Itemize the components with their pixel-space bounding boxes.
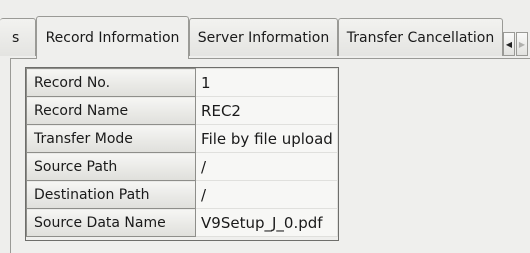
tab-partial[interactable]: s bbox=[0, 18, 36, 56]
property-value: REC2 bbox=[195, 96, 338, 125]
tab-server-information-label: Server Information bbox=[197, 29, 330, 46]
property-row: Transfer Mode File by file upload bbox=[25, 124, 338, 153]
property-row: Destination Path / bbox=[25, 180, 338, 209]
triangle-right-icon: ▶ bbox=[518, 39, 526, 49]
property-value: 1 bbox=[195, 68, 338, 97]
property-label: Record Name bbox=[25, 96, 197, 125]
tab-server-information[interactable]: Server Information bbox=[189, 18, 338, 56]
tab-partial-label: s bbox=[12, 29, 20, 46]
tab-scroll-right-button[interactable]: ▶ bbox=[516, 32, 528, 56]
property-table: Record No. 1 Record Name REC2 Transfer Mode F… bbox=[25, 68, 338, 237]
tab-transfer-cancellation[interactable]: Transfer Cancellation bbox=[338, 18, 503, 56]
tab-scroll-left-button[interactable]: ◀ bbox=[503, 32, 515, 56]
property-label: Transfer Mode bbox=[25, 124, 197, 153]
property-label: Source Path bbox=[25, 152, 197, 181]
tab-panel-record-information: Record No. 1 Record Name REC2 Transfer Mode F… bbox=[10, 58, 530, 253]
property-value: V9Setup_J_0.pdf bbox=[195, 208, 338, 237]
tab-record-information-label: Record Information bbox=[45, 30, 180, 46]
tab-scroll-buttons: ◀ ▶ bbox=[503, 32, 530, 58]
property-label: Record No. bbox=[25, 68, 197, 97]
property-row: Record No. 1 bbox=[25, 68, 338, 97]
tab-bar: s Record Information Server Information … bbox=[0, 16, 530, 59]
property-value: / bbox=[195, 152, 338, 181]
property-row: Record Name REC2 bbox=[25, 96, 338, 125]
property-value: / bbox=[195, 180, 338, 209]
triangle-left-icon: ◀ bbox=[505, 39, 513, 49]
property-label: Destination Path bbox=[25, 180, 197, 209]
property-value: File by file upload bbox=[195, 124, 338, 153]
property-row: Source Path / bbox=[25, 152, 338, 181]
record-info-window: s Record Information Server Information … bbox=[0, 0, 530, 253]
property-grid: Record No. 1 Record Name REC2 Transfer Mode F… bbox=[25, 67, 339, 241]
property-row: Source Data Name V9Setup_J_0.pdf bbox=[25, 208, 338, 237]
property-label: Source Data Name bbox=[25, 208, 197, 237]
tab-transfer-cancellation-label: Transfer Cancellation bbox=[346, 29, 495, 46]
tab-record-information[interactable]: Record Information bbox=[36, 16, 189, 59]
